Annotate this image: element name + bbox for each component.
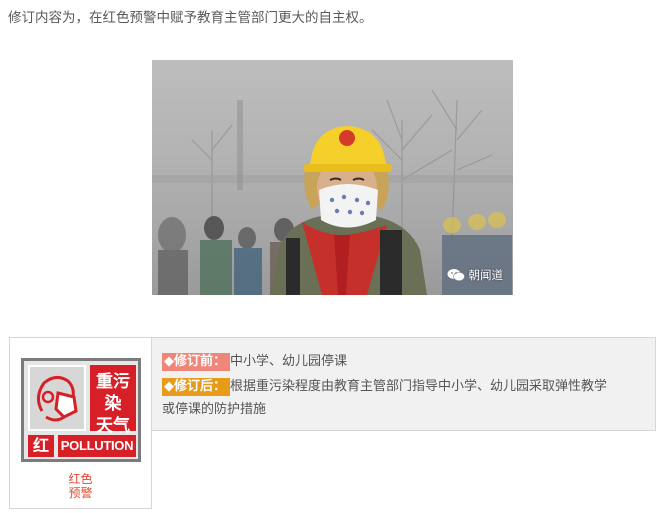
before-tag: ◆修订前：: [162, 353, 230, 371]
gas-mask-icon: [28, 365, 86, 431]
watermark: 朝闻道: [447, 267, 504, 283]
wechat-icon: [447, 269, 465, 281]
pollution-text: POLLUTION: [58, 435, 136, 457]
photo-illustration: [152, 89, 513, 295]
watermark-text: 朝闻道: [468, 268, 504, 282]
intro-text: 修订内容为，在红色预警中赋予教育主管部门更大的自主权。: [8, 10, 373, 26]
red-alert-label: 红色 预警: [68, 472, 93, 500]
after-tag: ◆修订后：: [162, 378, 230, 396]
before-text: 中小学、幼儿园停课: [230, 354, 348, 369]
after-text-line1: 根据重污染程度由教育主管部门指导中小学、幼儿园采取弹性教学: [230, 379, 608, 394]
revision-before: ◆修订前： 中小学、幼儿园停课: [162, 352, 347, 372]
red-char: 红: [28, 435, 54, 457]
smog-weather-text: 重污染 天气: [90, 365, 136, 436]
red-alert-sign: 重污染 天气 红 POLLUTION: [21, 358, 141, 462]
alert-icon-card: 重污染 天气 红 POLLUTION 红色 预警: [9, 337, 152, 509]
revision-after: ◆修订后： 根据重污染程度由教育主管部门指导中小学、幼儿园采取弹性教学: [162, 377, 607, 397]
smog-photo: 朝闻道: [152, 60, 513, 295]
after-text-line2: 或停课的防护措施: [162, 402, 267, 417]
revision-card: ◆修订前： 中小学、幼儿园停课 ◆修订后： 根据重污染程度由教育主管部门指导中小学、…: [151, 337, 656, 431]
